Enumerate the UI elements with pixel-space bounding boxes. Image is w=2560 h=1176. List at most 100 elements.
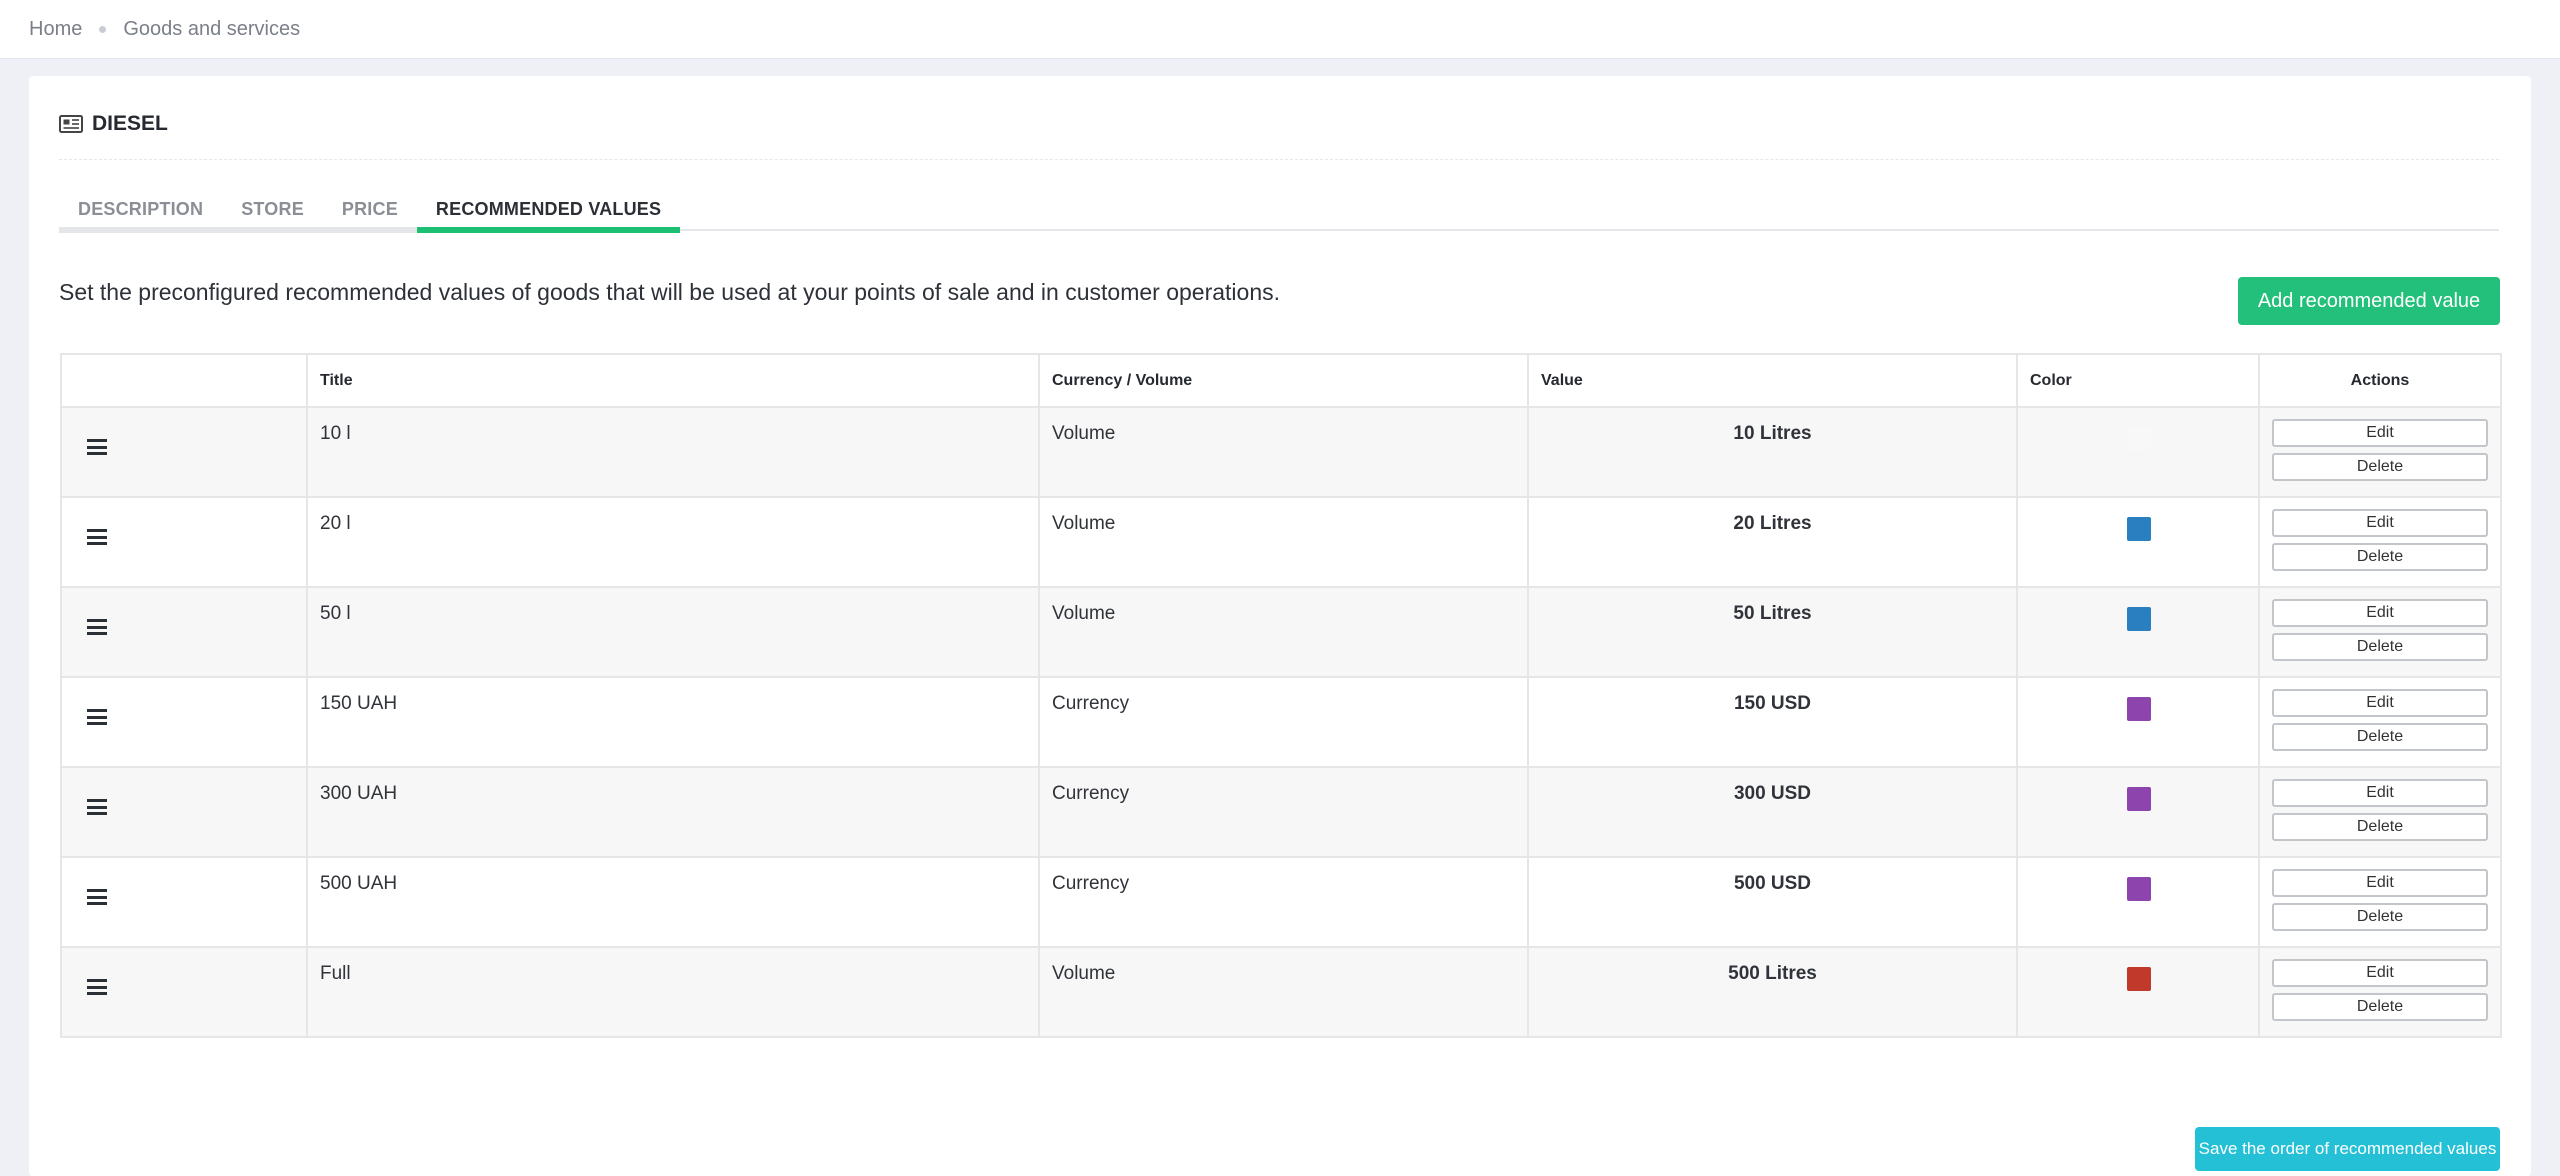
color-swatch bbox=[2127, 877, 2151, 901]
row-color-cell bbox=[2016, 406, 2260, 498]
breadcrumb-current: Goods and services bbox=[123, 17, 301, 40]
edit-button[interactable]: Edit bbox=[2272, 419, 2488, 447]
color-swatch bbox=[2127, 517, 2151, 541]
drag-handle-cell bbox=[60, 586, 308, 678]
edit-button[interactable]: Edit bbox=[2272, 959, 2488, 987]
row-type: Volume bbox=[1038, 496, 1529, 588]
delete-button[interactable]: Delete bbox=[2272, 993, 2488, 1021]
product-name: DIESEL bbox=[92, 112, 168, 135]
header-actions: Actions bbox=[2258, 353, 2502, 408]
row-value: 50 Litres bbox=[1527, 586, 2018, 678]
row-value: 150 USD bbox=[1527, 676, 2018, 768]
delete-button[interactable]: Delete bbox=[2272, 723, 2488, 751]
row-title: 300 UAH bbox=[306, 766, 1040, 858]
drag-handle-icon[interactable] bbox=[87, 619, 107, 635]
table-row: 20 l Volume 20 Litres Edit Delete bbox=[60, 496, 2502, 588]
color-swatch bbox=[2127, 607, 2151, 631]
header-color: Color bbox=[2016, 353, 2260, 408]
drag-handle-cell bbox=[60, 406, 308, 498]
color-swatch bbox=[2127, 787, 2151, 811]
drag-handle-cell bbox=[60, 946, 308, 1038]
drag-handle-cell bbox=[60, 496, 308, 588]
edit-button[interactable]: Edit bbox=[2272, 689, 2488, 717]
table-row: 500 UAH Currency 500 USD Edit Delete bbox=[60, 856, 2502, 948]
drag-handle-icon[interactable] bbox=[87, 799, 107, 815]
row-value: 500 Litres bbox=[1527, 946, 2018, 1038]
header-title: Title bbox=[306, 353, 1040, 408]
row-color-cell bbox=[2016, 496, 2260, 588]
table-row: 150 UAH Currency 150 USD Edit Delete bbox=[60, 676, 2502, 768]
recommended-values-table: Title Currency / Volume Value Color Acti… bbox=[60, 353, 2502, 1038]
tab-recommended-values[interactable]: RECOMMENDED VALUES bbox=[416, 186, 681, 233]
tab-price[interactable]: PRICE bbox=[322, 186, 417, 233]
delete-button[interactable]: Delete bbox=[2272, 633, 2488, 661]
drag-handle-icon[interactable] bbox=[87, 439, 107, 455]
row-title: 150 UAH bbox=[306, 676, 1040, 768]
row-type: Currency bbox=[1038, 676, 1529, 768]
intro-text: Set the preconfigured recommended values… bbox=[59, 279, 1280, 305]
delete-button[interactable]: Delete bbox=[2272, 453, 2488, 481]
card-title: DIESEL bbox=[59, 109, 168, 139]
row-title: Full bbox=[306, 946, 1040, 1038]
table-row: 50 l Volume 50 Litres Edit Delete bbox=[60, 586, 2502, 678]
row-type: Volume bbox=[1038, 586, 1529, 678]
row-type: Currency bbox=[1038, 856, 1529, 948]
header-handle bbox=[60, 353, 308, 408]
row-color-cell bbox=[2016, 676, 2260, 768]
color-swatch bbox=[2127, 967, 2151, 991]
row-title: 50 l bbox=[306, 586, 1040, 678]
drag-handle-cell bbox=[60, 856, 308, 948]
drag-handle-icon[interactable] bbox=[87, 979, 107, 995]
row-title: 20 l bbox=[306, 496, 1040, 588]
row-value: 10 Litres bbox=[1527, 406, 2018, 498]
save-order-button[interactable]: Save the order of recommended values bbox=[2195, 1127, 2500, 1171]
row-actions: Edit Delete bbox=[2258, 856, 2502, 948]
row-actions: Edit Delete bbox=[2258, 496, 2502, 588]
row-actions: Edit Delete bbox=[2258, 406, 2502, 498]
color-swatch bbox=[2127, 427, 2151, 451]
row-color-cell bbox=[2016, 946, 2260, 1038]
row-title: 500 UAH bbox=[306, 856, 1040, 948]
edit-button[interactable]: Edit bbox=[2272, 599, 2488, 627]
newspaper-icon bbox=[59, 115, 83, 133]
row-actions: Edit Delete bbox=[2258, 676, 2502, 768]
drag-handle-icon[interactable] bbox=[87, 529, 107, 545]
edit-button[interactable]: Edit bbox=[2272, 869, 2488, 897]
row-title: 10 l bbox=[306, 406, 1040, 498]
add-recommended-value-button[interactable]: Add recommended value bbox=[2238, 277, 2500, 325]
header-value: Value bbox=[1527, 353, 2018, 408]
row-type: Currency bbox=[1038, 766, 1529, 858]
tab-description[interactable]: DESCRIPTION bbox=[59, 186, 223, 233]
table-row: 300 UAH Currency 300 USD Edit Delete bbox=[60, 766, 2502, 858]
table-row: 10 l Volume 10 Litres Edit Delete bbox=[60, 406, 2502, 498]
title-divider bbox=[59, 159, 2499, 160]
table-row: Full Volume 500 Litres Edit Delete bbox=[60, 946, 2502, 1038]
goods-card: DIESEL DESCRIPTION STORE PRICE RECOMMEND… bbox=[29, 76, 2531, 1176]
row-color-cell bbox=[2016, 856, 2260, 948]
drag-handle-icon[interactable] bbox=[87, 889, 107, 905]
color-swatch bbox=[2127, 697, 2151, 721]
delete-button[interactable]: Delete bbox=[2272, 813, 2488, 841]
row-actions: Edit Delete bbox=[2258, 586, 2502, 678]
row-value: 500 USD bbox=[1527, 856, 2018, 948]
drag-handle-icon[interactable] bbox=[87, 709, 107, 725]
tab-bar: DESCRIPTION STORE PRICE RECOMMENDED VALU… bbox=[59, 186, 2499, 233]
delete-button[interactable]: Delete bbox=[2272, 903, 2488, 931]
row-value: 20 Litres bbox=[1527, 496, 2018, 588]
row-value: 300 USD bbox=[1527, 766, 2018, 858]
row-actions: Edit Delete bbox=[2258, 766, 2502, 858]
row-type: Volume bbox=[1038, 406, 1529, 498]
breadcrumb: Home Goods and services bbox=[0, 0, 2560, 59]
drag-handle-cell bbox=[60, 676, 308, 768]
header-type: Currency / Volume bbox=[1038, 353, 1529, 408]
row-type: Volume bbox=[1038, 946, 1529, 1038]
drag-handle-cell bbox=[60, 766, 308, 858]
tab-store[interactable]: STORE bbox=[222, 186, 323, 233]
edit-button[interactable]: Edit bbox=[2272, 779, 2488, 807]
edit-button[interactable]: Edit bbox=[2272, 509, 2488, 537]
row-actions: Edit Delete bbox=[2258, 946, 2502, 1038]
delete-button[interactable]: Delete bbox=[2272, 543, 2488, 571]
row-color-cell bbox=[2016, 766, 2260, 858]
breadcrumb-home[interactable]: Home bbox=[29, 18, 82, 41]
row-color-cell bbox=[2016, 586, 2260, 678]
